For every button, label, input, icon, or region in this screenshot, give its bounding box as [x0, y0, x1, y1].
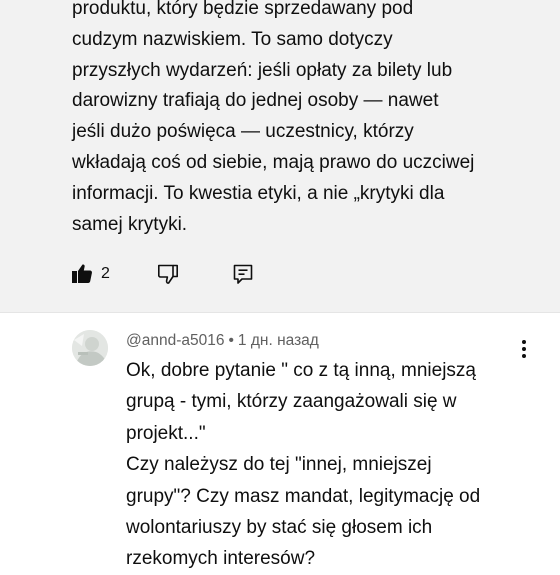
comment-line: grupą - tymi, którzy zaangażowali się w: [126, 391, 457, 413]
avatar[interactable]: [72, 330, 108, 366]
like-button[interactable]: 2: [70, 262, 110, 286]
comment-line: informacji. To kwestia etyki, a nie „kry…: [72, 182, 445, 204]
comment-meta: @annd-a5016 • 1 дн. назад: [126, 332, 319, 350]
comment-text: Ok, dobre pytanie " co z tą inną, mniejs…: [126, 355, 546, 575]
author-handle[interactable]: @annd-a5016: [126, 332, 224, 349]
comment-line: Ok, dobre pytanie " co z tą inną, mniejs…: [126, 360, 476, 381]
avatar-image: [72, 330, 108, 366]
meta-separator: •: [228, 332, 234, 349]
comment-line: darowizny trafiają do jednej osoby — naw…: [72, 90, 439, 112]
thumb-up-icon: [72, 264, 92, 283]
comment-line: przyszłych wydarzeń: jeśli opłaty za bil…: [72, 59, 453, 81]
comment-line: rzekomych interesów?: [126, 548, 316, 570]
highlighted-comment: produktu, który będzie sprzedawany pod c…: [0, 0, 560, 312]
reply-comment: @annd-a5016 • 1 дн. назад Ok, dobre pytani…: [0, 313, 560, 569]
comment-line: Czy należysz do tej "innej, mniejszej: [126, 454, 432, 476]
comment-line: wkładają coś od siebie, mają prawo do uc…: [72, 151, 475, 173]
reply-icon: [233, 264, 253, 284]
comment-time[interactable]: 1 дн. назад: [238, 332, 319, 349]
reply-button[interactable]: [231, 262, 255, 286]
dislike-button[interactable]: [156, 262, 180, 286]
comment-line: wolontariuszy by stać się głosem ich: [126, 517, 433, 539]
comment-line: cudzym nazwiskiem. To samo dotyczy: [72, 28, 393, 50]
comment-line: samej krytyki.: [72, 213, 188, 235]
comment-line: jeśli dużo poświęca — uczestnicy, którzy: [72, 121, 414, 143]
like-count: 2: [101, 265, 110, 282]
thumb-down-icon: [157, 264, 178, 284]
comment-text: produktu, który będzie sprzedawany pod c…: [72, 0, 542, 240]
comment-line: grupy"? Czy masz mandat, legitymację od: [126, 485, 481, 507]
comment-line: projekt...": [126, 422, 206, 444]
comment-line: produktu, który będzie sprzedawany pod: [72, 0, 414, 19]
